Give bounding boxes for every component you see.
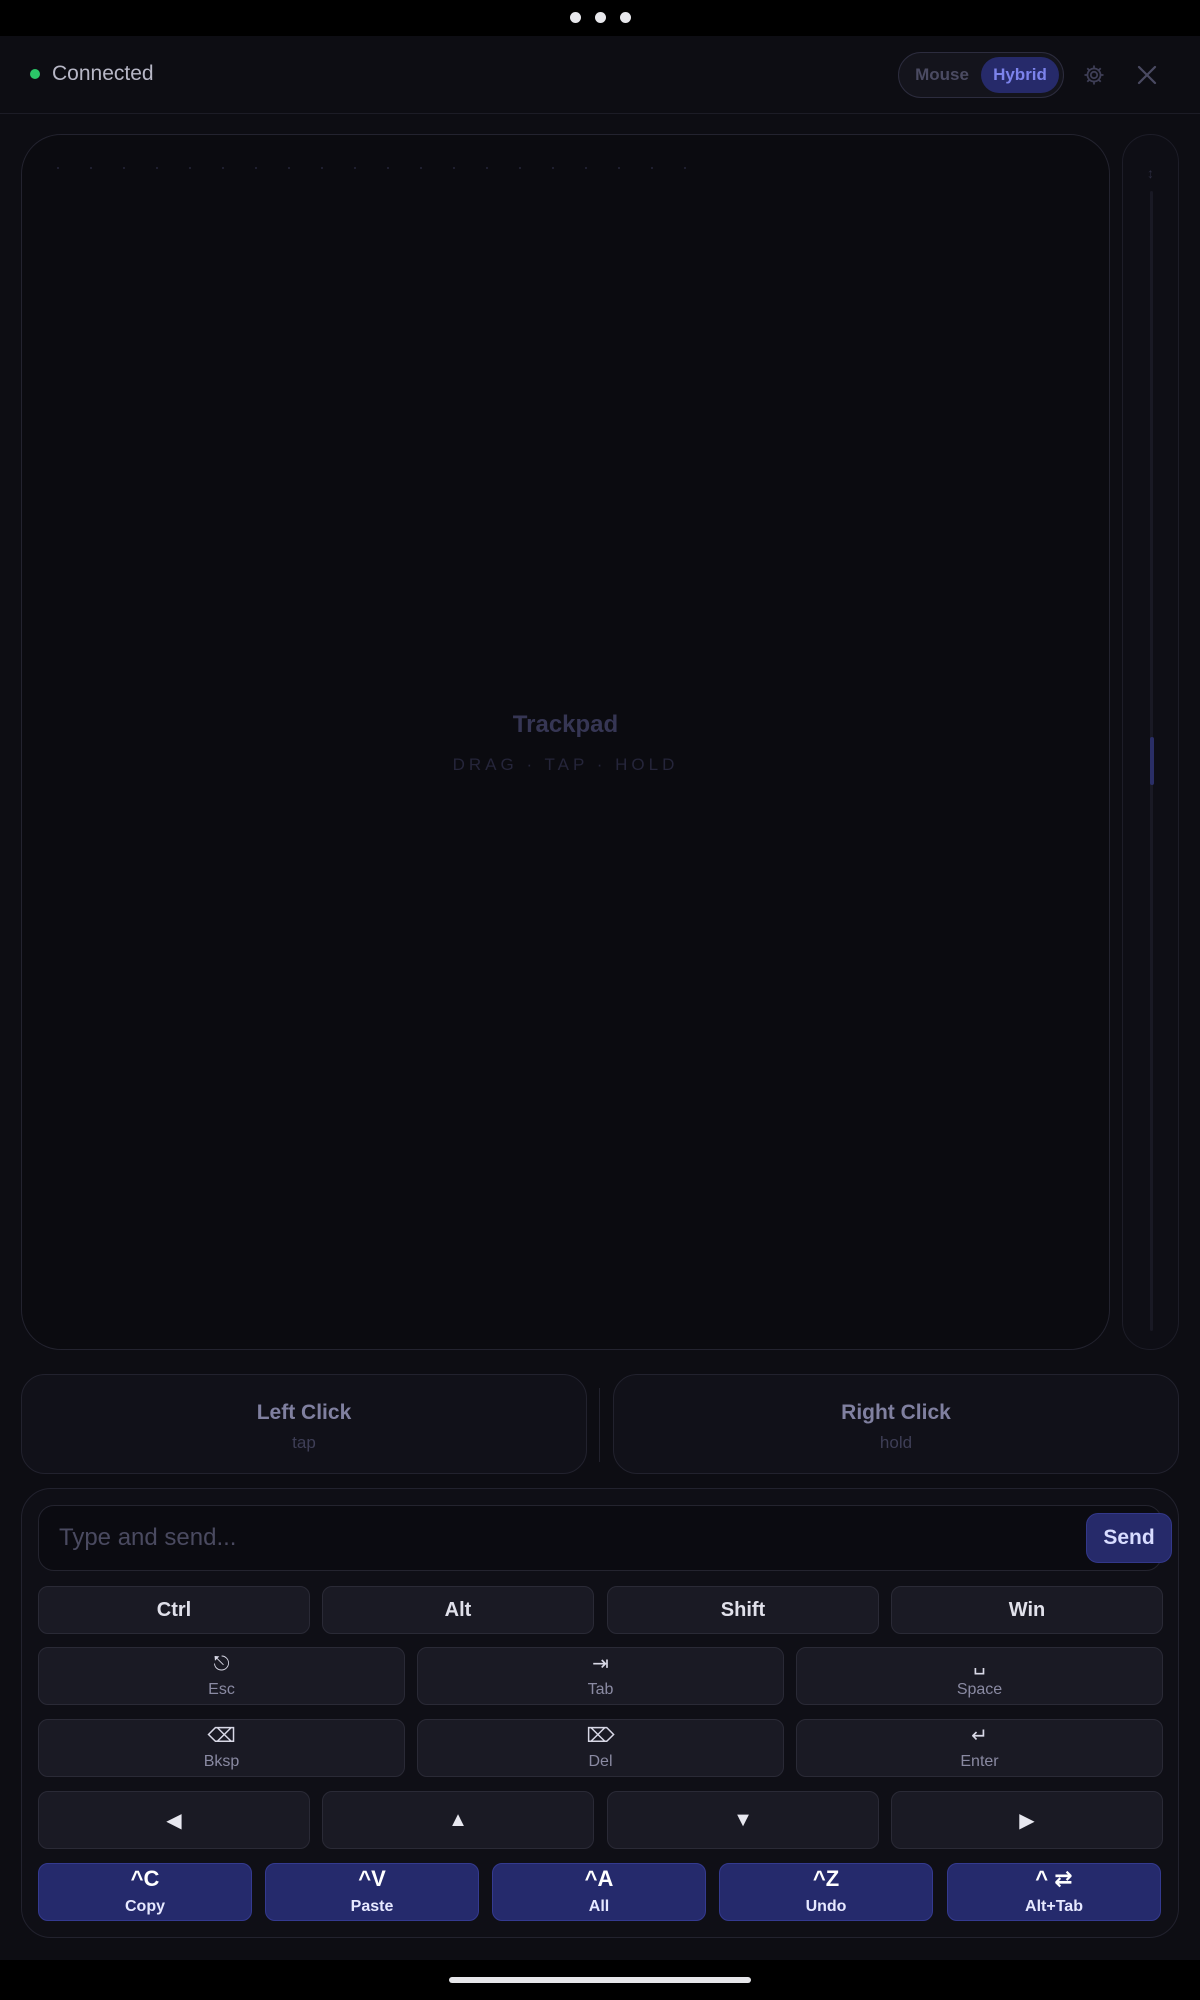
copy-shortcut-button[interactable]: ^C Copy xyxy=(38,1863,252,1921)
scroll-strip[interactable]: ↕ xyxy=(1122,134,1179,1350)
right-click-button[interactable]: Right Click hold xyxy=(613,1374,1179,1474)
arrow-down-key[interactable]: ▼ xyxy=(607,1791,879,1849)
esc-key-label: Esc xyxy=(208,1681,235,1698)
delete-key[interactable]: ⌦ Del xyxy=(417,1719,784,1777)
backspace-icon: ⌫ xyxy=(207,1725,236,1747)
alt-key[interactable]: Alt xyxy=(322,1586,594,1634)
status-dots xyxy=(570,12,631,23)
paste-shortcut-combo: ^V xyxy=(358,1866,386,1891)
send-button[interactable]: Send xyxy=(1086,1513,1172,1563)
space-key[interactable]: ␣ Space xyxy=(796,1647,1163,1705)
backspace-key-label: Bksp xyxy=(203,1753,240,1770)
left-click-hint: tap xyxy=(292,1433,316,1452)
copy-shortcut-combo: ^C xyxy=(130,1866,160,1891)
left-click-label: Left Click xyxy=(256,1401,352,1424)
connection-status-text: Connected xyxy=(52,62,154,85)
enter-icon: ↵ xyxy=(971,1725,988,1747)
scroll-thumb[interactable] xyxy=(1150,737,1154,785)
escape-icon: ⎋ xyxy=(213,1653,230,1675)
esc-key[interactable]: ⎋ Esc xyxy=(38,1647,405,1705)
app-header: Connected Mouse Hybrid xyxy=(0,36,1200,114)
tab-key[interactable]: ⇥ Tab xyxy=(417,1647,784,1705)
delete-key-label: Del xyxy=(588,1753,613,1770)
tab-key-label: Tab xyxy=(587,1681,614,1698)
right-click-hint: hold xyxy=(879,1433,913,1452)
system-status-bar xyxy=(0,0,1200,36)
right-click-label: Right Click xyxy=(841,1401,951,1424)
backspace-key[interactable]: ⌫ Bksp xyxy=(38,1719,405,1777)
copy-shortcut-label: Copy xyxy=(125,1898,165,1915)
arrow-right-key[interactable]: ▶ xyxy=(891,1791,1163,1849)
scroll-arrows-icon: ↕ xyxy=(1147,165,1154,181)
connection-indicator-dot xyxy=(30,69,40,79)
remote-app: Connected Mouse Hybrid Trackpad DRAG · T… xyxy=(0,36,1200,1960)
alt-tab-shortcut-button[interactable]: ^ ⇄ Alt+Tab xyxy=(947,1863,1161,1921)
trackpad-label: Trackpad xyxy=(512,711,619,738)
trackpad-hint: DRAG · TAP · HOLD xyxy=(452,755,679,774)
shift-key[interactable]: Shift xyxy=(607,1586,879,1634)
undo-shortcut-label: Undo xyxy=(805,1898,847,1915)
gear-icon[interactable] xyxy=(1079,60,1109,90)
connection-status: Connected xyxy=(30,62,154,86)
select-all-shortcut-combo: ^A xyxy=(584,1866,614,1891)
trackpad-dot-grid xyxy=(57,167,686,169)
arrow-up-key[interactable]: ▲ xyxy=(322,1791,594,1849)
win-key[interactable]: Win xyxy=(891,1586,1163,1634)
click-divider xyxy=(599,1388,600,1462)
home-gesture-pill[interactable] xyxy=(449,1977,751,1983)
close-icon[interactable] xyxy=(1132,60,1162,90)
mode-option-mouse[interactable]: Mouse xyxy=(903,57,981,93)
alt-tab-shortcut-label: Alt+Tab xyxy=(1025,1898,1083,1915)
alt-tab-shortcut-combo: ^ ⇄ xyxy=(1035,1866,1073,1891)
tab-icon: ⇥ xyxy=(592,1653,609,1675)
enter-key-label: Enter xyxy=(960,1753,999,1770)
system-nav-bar xyxy=(0,1960,1200,2000)
select-all-shortcut-button[interactable]: ^A All xyxy=(492,1863,706,1921)
keyboard-panel: Send Ctrl Alt Shift Win ⎋ Esc ⇥ Tab ␣ Sp… xyxy=(21,1488,1179,1938)
type-and-send-input[interactable] xyxy=(59,1516,1059,1560)
undo-shortcut-button[interactable]: ^Z Undo xyxy=(719,1863,933,1921)
trackpad-area[interactable]: Trackpad DRAG · TAP · HOLD xyxy=(21,134,1110,1350)
paste-shortcut-button[interactable]: ^V Paste xyxy=(265,1863,479,1921)
mode-toggle[interactable]: Mouse Hybrid xyxy=(898,52,1064,98)
space-icon: ␣ xyxy=(973,1653,986,1675)
delete-icon: ⌦ xyxy=(586,1725,615,1747)
paste-shortcut-label: Paste xyxy=(350,1898,394,1915)
ctrl-key[interactable]: Ctrl xyxy=(38,1586,310,1634)
mode-option-hybrid[interactable]: Hybrid xyxy=(981,57,1059,93)
space-key-label: Space xyxy=(956,1681,1003,1698)
arrow-left-key[interactable]: ◀ xyxy=(38,1791,310,1849)
enter-key[interactable]: ↵ Enter xyxy=(796,1719,1163,1777)
undo-shortcut-combo: ^Z xyxy=(812,1866,840,1891)
text-input-wrapper: Send xyxy=(38,1505,1172,1571)
select-all-shortcut-label: All xyxy=(588,1898,610,1915)
left-click-button[interactable]: Left Click tap xyxy=(21,1374,587,1474)
